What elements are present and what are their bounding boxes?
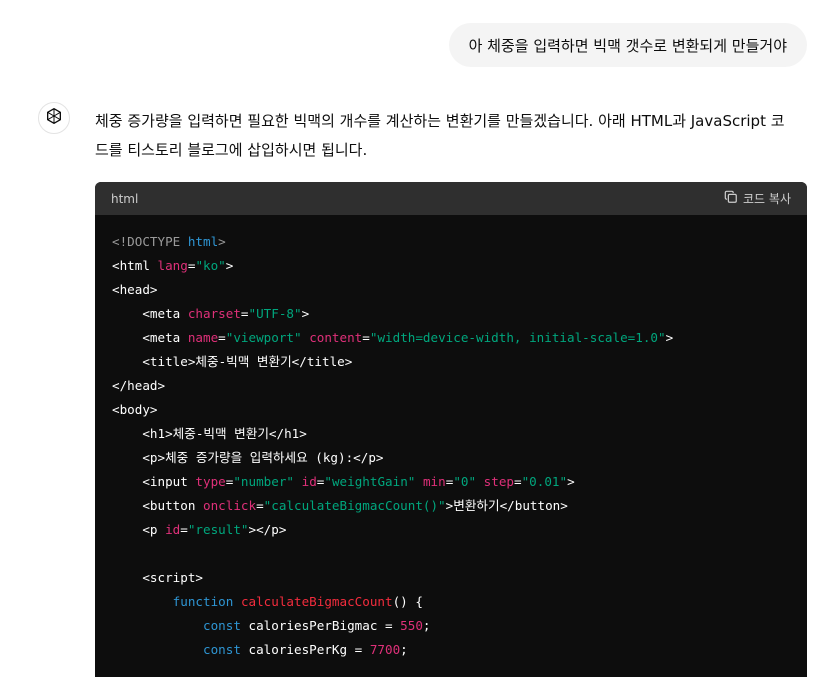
code-token: ; — [400, 642, 408, 657]
code-token: calculateBigmacCount — [240, 594, 393, 609]
code-token: <html — [112, 258, 158, 273]
code-token: <meta — [112, 306, 188, 321]
code-token: = — [180, 522, 188, 537]
code-line: </head> — [112, 374, 790, 398]
code-token: onclick — [203, 498, 257, 513]
code-token: <head> — [112, 282, 158, 297]
code-token: "UTF-8" — [248, 306, 302, 321]
code-token: 550 — [400, 618, 423, 633]
code-token: "0" — [453, 474, 477, 489]
code-token: min — [422, 474, 446, 489]
code-token: "calculateBigmacCount()" — [263, 498, 446, 513]
code-token: <title>체중-빅맥 변환기</title> — [112, 354, 353, 369]
code-token: > — [225, 258, 234, 273]
code-block-header: html 코드 복사 — [95, 182, 807, 215]
code-token: "weightGain" — [324, 474, 416, 489]
code-token: "number" — [233, 474, 295, 489]
code-token: <script> — [112, 570, 203, 585]
code-line: const caloriesPerKg = 7700; — [112, 638, 790, 662]
code-token: = — [256, 498, 264, 513]
code-line: <meta charset="UTF-8"> — [112, 302, 790, 326]
code-token: function — [172, 594, 234, 609]
code-token: <input — [112, 474, 196, 489]
code-line: <button onclick="calculateBigmacCount()"… — [112, 494, 790, 518]
code-line: <body> — [112, 398, 790, 422]
chat-page: 아 체중을 입력하면 빅맥 갯수로 변환되게 만들거야 체중 증가량을 입력하면… — [0, 0, 840, 677]
code-token: >변환하기</button> — [445, 498, 568, 513]
code-line: <!DOCTYPE html> — [112, 230, 790, 254]
code-token: const — [203, 618, 241, 633]
code-token: "ko" — [195, 258, 226, 273]
code-token: <body> — [112, 402, 158, 417]
code-token: id — [301, 474, 317, 489]
copy-code-button[interactable]: 코드 복사 — [724, 190, 791, 207]
code-token: <button — [112, 498, 203, 513]
assistant-message-text: 체중 증가량을 입력하면 필요한 빅맥의 개수를 계산하는 변환기를 만들겠습니… — [95, 112, 785, 159]
code-token: <p — [112, 522, 166, 537]
code-token: charset — [187, 306, 241, 321]
code-token: </head> — [112, 378, 166, 393]
code-token: <p>체중 증가량을 입력하세요 (kg):</p> — [112, 450, 384, 465]
code-line: <script> — [112, 566, 790, 590]
code-line: <p id="result"></p> — [112, 518, 790, 542]
code-line: <p>체중 증가량을 입력하세요 (kg):</p> — [112, 446, 790, 470]
code-token: > — [665, 330, 674, 345]
code-token: > — [301, 306, 310, 321]
code-token: <meta — [112, 330, 188, 345]
code-line: function calculateBigmacCount() { — [112, 590, 790, 614]
code-line: <title>체중-빅맥 변환기</title> — [112, 350, 790, 374]
code-line: <meta name="viewport" content="width=dev… — [112, 326, 790, 350]
code-token: > — [218, 234, 226, 249]
code-content: <!DOCTYPE html> <html lang="ko"> <head> <m… — [95, 215, 807, 662]
code-token: caloriesPerKg = — [240, 642, 370, 657]
code-block: html 코드 복사 <!DOCTYPE html> <html lang="ko… — [95, 182, 807, 677]
code-token: content — [309, 330, 363, 345]
code-token: ; — [422, 618, 431, 633]
code-token: = — [362, 330, 370, 345]
code-token: = — [240, 306, 249, 321]
code-token: name — [187, 330, 219, 345]
code-token: 7700 — [369, 642, 401, 657]
code-line: const caloriesPerBigmac = 550; — [112, 614, 790, 638]
copy-icon — [724, 190, 738, 207]
code-token: <h1>체중-빅맥 변환기</h1> — [112, 426, 307, 441]
code-token: "result" — [187, 522, 249, 537]
code-token: type — [195, 474, 226, 489]
code-token: = — [514, 474, 522, 489]
code-token: html — [187, 234, 219, 249]
code-line: <html lang="ko"> — [112, 254, 790, 278]
code-token: step — [483, 474, 514, 489]
code-line: <h1>체중-빅맥 변환기</h1> — [112, 422, 790, 446]
code-token: const — [203, 642, 241, 657]
code-token: () { — [392, 594, 423, 609]
code-token: caloriesPerBigmac = — [240, 618, 401, 633]
code-token: "0.01" — [521, 474, 568, 489]
user-message-bubble: 아 체중을 입력하면 빅맥 갯수로 변환되게 만들거야 — [448, 23, 807, 67]
code-token: "width=device-width, initial-scale=1.0" — [369, 330, 666, 345]
code-line: <input type="number" id="weightGain" min… — [112, 470, 790, 494]
code-token: "viewport" — [225, 330, 302, 345]
code-token: = — [218, 330, 226, 345]
assistant-avatar — [38, 102, 70, 134]
code-token: id — [165, 522, 181, 537]
code-token: lang — [157, 258, 188, 273]
code-token: > — [567, 474, 575, 489]
chatgpt-logo-icon — [44, 106, 64, 130]
copy-code-label: 코드 복사 — [743, 192, 791, 206]
code-line: <head> — [112, 278, 790, 302]
user-message-text: 아 체중을 입력하면 빅맥 갯수로 변환되게 만들거야 — [468, 36, 787, 55]
code-token: <!DOCTYPE — [112, 234, 188, 249]
code-language-label: html — [111, 191, 139, 206]
code-token: ></p> — [248, 522, 287, 537]
